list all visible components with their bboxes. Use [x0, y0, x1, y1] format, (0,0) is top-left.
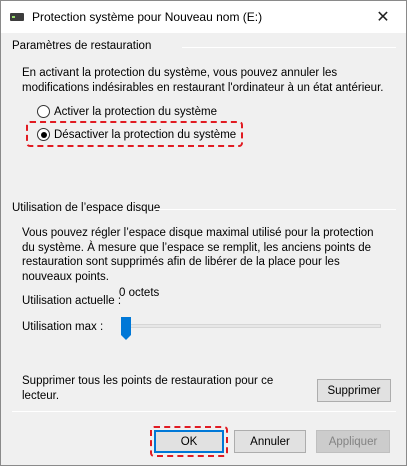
title-bar: Protection système pour Nouveau nom (E:)…	[1, 1, 406, 33]
delete-button[interactable]: Supprimer	[317, 379, 391, 402]
highlight-disable-option	[26, 121, 243, 147]
cancel-button[interactable]: Annuler	[234, 430, 306, 453]
window-title: Protection système pour Nouveau nom (E:)	[32, 10, 263, 24]
delete-description: Supprimer tous les points de restauratio…	[22, 375, 274, 402]
disk-description: Vous pouvez régler l’espace disque maxim…	[22, 227, 374, 283]
current-usage-label: Utilisation actuelle :	[22, 295, 122, 307]
apply-button[interactable]: Appliquer	[316, 430, 390, 453]
section-divider	[154, 209, 396, 210]
max-usage-label: Utilisation max :	[22, 321, 104, 333]
footer-divider	[12, 411, 396, 412]
system-protection-dialog: Protection système pour Nouveau nom (E:)…	[0, 0, 407, 466]
disk-usage-heading: Utilisation de l’espace disque	[12, 202, 161, 214]
highlight-ok-button	[150, 426, 228, 457]
restore-description: En activant la protection du système, vo…	[22, 67, 384, 94]
close-button[interactable]: ✕	[360, 1, 406, 33]
drive-icon	[10, 13, 24, 21]
radio-label: Activer la protection du système	[54, 105, 217, 118]
max-usage-slider-track[interactable]	[124, 324, 381, 328]
current-usage-value: 0 octets	[119, 287, 160, 299]
close-icon: ✕	[376, 9, 390, 26]
radio-button-unchecked[interactable]	[37, 105, 50, 118]
max-usage-slider-thumb[interactable]	[121, 317, 131, 340]
restore-settings-heading: Paramètres de restauration	[12, 40, 152, 52]
section-divider	[182, 47, 396, 48]
radio-enable-protection[interactable]: Activer la protection du système	[37, 105, 217, 118]
